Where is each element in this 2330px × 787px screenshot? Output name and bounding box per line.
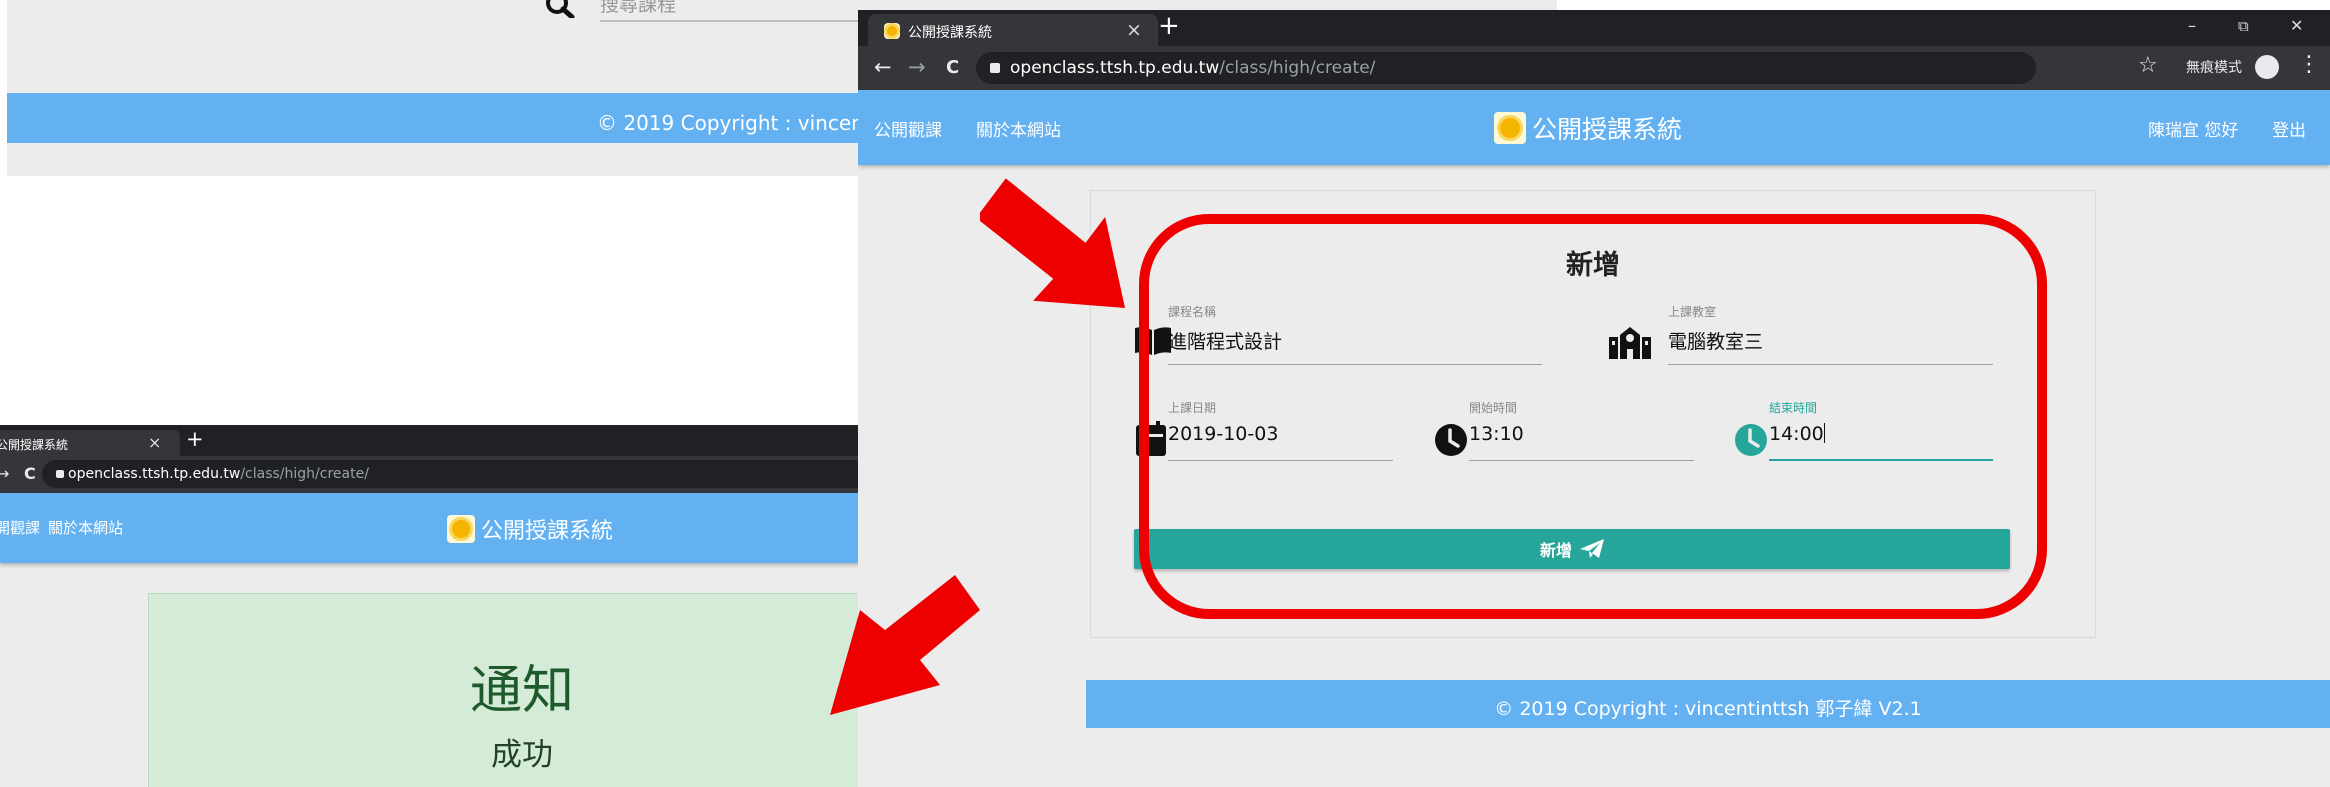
school-logo-icon bbox=[1494, 112, 1526, 144]
user-greeting: 陳瑞宜 您好 bbox=[2148, 121, 2239, 141]
footer-copyright: © 2019 Copyright : vincentinttsh 郭子緯 V2.… bbox=[1494, 698, 1922, 720]
browser-tab[interactable]: 公開授課系統 × bbox=[0, 430, 180, 456]
nav-link-about[interactable]: 關於本網站 bbox=[976, 116, 1061, 141]
search-input-underline bbox=[600, 20, 890, 22]
school-logo-icon bbox=[447, 515, 475, 543]
address-bar: ← → C openclass.ttsh.tp.edu.tw/class/hig… bbox=[858, 46, 2330, 90]
incognito-label: 無痕模式 bbox=[2186, 60, 2242, 76]
brand-title: 公開授課系統 bbox=[481, 519, 614, 544]
nav-link-about[interactable]: 關於本網站 bbox=[48, 517, 123, 538]
incognito-icon[interactable] bbox=[2255, 55, 2279, 79]
url-domain: openclass.ttsh.tp.edu.tw bbox=[1010, 58, 1220, 78]
brand-logo-link[interactable]: 公開授課系統 bbox=[1494, 110, 1682, 146]
browser-tab[interactable]: 公開授課系統 × bbox=[868, 14, 1158, 46]
tab-title: 公開授課系統 bbox=[0, 438, 69, 452]
url-field[interactable]: openclass.ttsh.tp.edu.tw/class/high/crea… bbox=[976, 52, 2036, 84]
browser-menu-icon[interactable]: ⋮ bbox=[2298, 52, 2320, 77]
tab-close-icon[interactable]: × bbox=[1126, 19, 1142, 41]
new-tab-button[interactable]: + bbox=[1158, 11, 1180, 41]
lock-icon bbox=[56, 470, 64, 478]
nav-link-observe[interactable]: 公開觀課 bbox=[874, 116, 942, 141]
forward-icon[interactable]: → bbox=[908, 55, 926, 79]
notice-message: 成功 bbox=[491, 737, 553, 773]
page-footer: © 2019 Copyright : vincentinttsh 郭子緯 V2.… bbox=[1086, 680, 2330, 728]
red-arrow-icon bbox=[830, 575, 980, 715]
success-notice: 通知 成功 bbox=[148, 593, 896, 787]
back-icon[interactable]: ← bbox=[874, 55, 892, 79]
url-field[interactable]: openclass.ttsh.tp.edu.tw/class/high/crea… bbox=[42, 460, 962, 488]
red-highlight-frame bbox=[1139, 214, 2047, 619]
lock-icon bbox=[990, 63, 1000, 73]
reload-icon[interactable]: C bbox=[946, 57, 959, 78]
close-window-button[interactable]: ✕ bbox=[2290, 16, 2303, 35]
search-icon bbox=[546, 0, 575, 18]
reload-icon[interactable]: C bbox=[24, 464, 36, 483]
tab-close-icon[interactable]: × bbox=[148, 433, 161, 452]
nav-link-observe[interactable]: 公開觀課 bbox=[0, 517, 40, 538]
new-tab-button[interactable]: + bbox=[186, 427, 204, 451]
forward-icon[interactable]: → bbox=[0, 464, 9, 483]
bookmark-star-icon[interactable]: ☆ bbox=[2138, 53, 2158, 78]
url-path: /class/high/create/ bbox=[1219, 58, 1376, 78]
minimize-button[interactable]: – bbox=[2188, 16, 2196, 35]
restore-button[interactable]: ⧉ bbox=[2238, 17, 2249, 35]
search-input[interactable]: 搜尋課程 bbox=[600, 0, 676, 17]
red-arrow-icon bbox=[980, 178, 1126, 309]
url-path: /class/high/create/ bbox=[240, 466, 369, 482]
logout-link[interactable]: 登出 bbox=[2272, 116, 2306, 141]
tab-strip: 公開授課系統 × + – ⧉ ✕ bbox=[858, 10, 2330, 46]
tab-title: 公開授課系統 bbox=[908, 25, 992, 41]
url-domain: openclass.ttsh.tp.edu.tw bbox=[68, 466, 241, 482]
notice-title: 通知 bbox=[469, 661, 574, 721]
site-favicon-icon bbox=[884, 23, 900, 39]
brand-logo-link[interactable]: 公開授課系統 bbox=[447, 513, 613, 545]
brand-title: 公開授課系統 bbox=[1532, 115, 1683, 144]
